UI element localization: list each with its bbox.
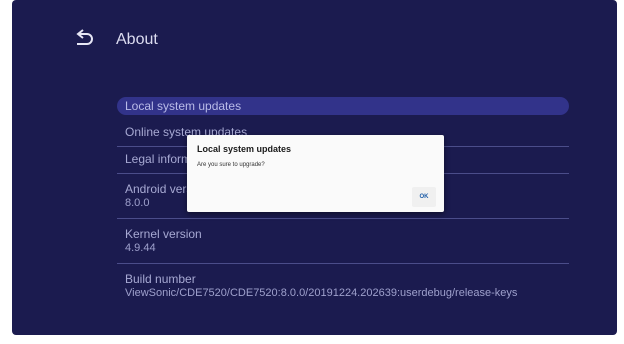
back-arrow-icon	[76, 29, 93, 45]
list-item-local-system-updates[interactable]: Local system updates	[117, 97, 569, 115]
dialog-title: Local system updates	[197, 144, 292, 154]
back-button[interactable]	[70, 28, 98, 50]
list-item-value: 4.9.44	[125, 242, 156, 254]
list-item-value: ViewSonic/CDE7520/CDE7520:8.0.0/20191224…	[125, 287, 518, 299]
settings-screen: About Local system updates Online system…	[12, 0, 617, 335]
page-title: About	[116, 31, 158, 48]
list-item-build-number[interactable]: Build number ViewSonic/CDE7520/CDE7520:8…	[117, 264, 569, 309]
dialog-message: Are you sure to upgrade?	[197, 162, 265, 168]
list-item-label: Local system updates	[125, 99, 242, 113]
list-item-label: Build number	[125, 272, 196, 286]
ok-button[interactable]: OK	[412, 187, 436, 207]
list-item-kernel-version[interactable]: Kernel version 4.9.44	[117, 219, 569, 264]
confirm-dialog: Local system updates Are you sure to upg…	[187, 135, 444, 212]
list-item-label: Kernel version	[125, 227, 202, 241]
